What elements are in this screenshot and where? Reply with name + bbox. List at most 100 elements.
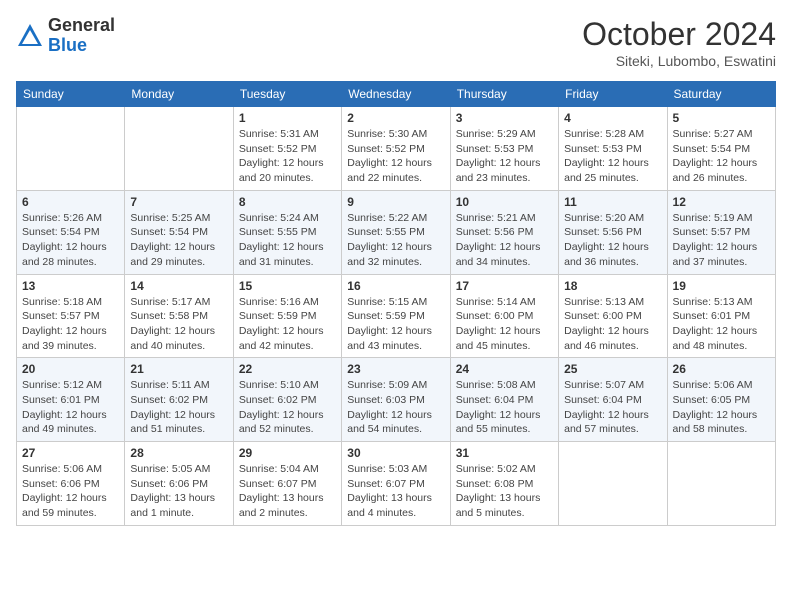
calendar-cell: 11 Sunrise: 5:20 AM Sunset: 5:56 PM Dayli…: [559, 190, 667, 274]
calendar-cell: 20 Sunrise: 5:12 AM Sunset: 6:01 PM Dayli…: [17, 358, 125, 442]
day-info: Sunrise: 5:04 AM Sunset: 6:07 PM Dayligh…: [239, 462, 336, 521]
calendar-cell: [667, 442, 775, 526]
day-info: Sunrise: 5:13 AM Sunset: 6:00 PM Dayligh…: [564, 295, 661, 354]
calendar-cell: 10Sunrise: 5:21 AM Sunset: 5:56 PM Dayli…: [450, 190, 558, 274]
day-info: Sunrise: 5:08 AM Sunset: 6:04 PM Dayligh…: [456, 378, 553, 437]
calendar-cell: 14 Sunrise: 5:17 AM Sunset: 5:58 PM Dayli…: [125, 274, 233, 358]
day-number: 22: [239, 362, 336, 376]
calendar-cell: 16 Sunrise: 5:15 AM Sunset: 5:59 PM Dayli…: [342, 274, 450, 358]
day-info: Sunrise: 5:05 AM Sunset: 6:06 PM Dayligh…: [130, 462, 227, 521]
calendar-cell: [125, 107, 233, 191]
day-number: 11: [564, 195, 661, 209]
day-info: Sunrise: 5:29 AM Sunset: 5:53 PM Dayligh…: [456, 127, 553, 186]
day-info: Sunrise: 5:14 AM Sunset: 6:00 PM Dayligh…: [456, 295, 553, 354]
day-number: 20: [22, 362, 119, 376]
calendar-cell: [559, 442, 667, 526]
calendar-day-header: Saturday: [667, 82, 775, 107]
day-number: 23: [347, 362, 444, 376]
calendar-day-header: Wednesday: [342, 82, 450, 107]
calendar-cell: 12Sunrise: 5:19 AM Sunset: 5:57 PM Dayli…: [667, 190, 775, 274]
day-info: Sunrise: 5:31 AM Sunset: 5:52 PM Dayligh…: [239, 127, 336, 186]
calendar-cell: 30Sunrise: 5:03 AM Sunset: 6:07 PM Dayli…: [342, 442, 450, 526]
day-number: 31: [456, 446, 553, 460]
logo-text: General Blue: [48, 16, 115, 56]
day-number: 15: [239, 279, 336, 293]
day-info: Sunrise: 5:18 AM Sunset: 5:57 PM Dayligh…: [22, 295, 119, 354]
calendar-cell: 28 Sunrise: 5:05 AM Sunset: 6:06 PM Dayli…: [125, 442, 233, 526]
day-info: Sunrise: 5:11 AM Sunset: 6:02 PM Dayligh…: [130, 378, 227, 437]
calendar-day-header: Sunday: [17, 82, 125, 107]
logo-icon: [16, 22, 44, 50]
day-info: Sunrise: 5:02 AM Sunset: 6:08 PM Dayligh…: [456, 462, 553, 521]
calendar-week-row: 6 Sunrise: 5:26 AM Sunset: 5:54 PM Daylig…: [17, 190, 776, 274]
calendar-cell: 9 Sunrise: 5:22 AM Sunset: 5:55 PM Daylig…: [342, 190, 450, 274]
calendar-cell: 7Sunrise: 5:25 AM Sunset: 5:54 PM Daylig…: [125, 190, 233, 274]
calendar-cell: 2 Sunrise: 5:30 AM Sunset: 5:52 PM Daylig…: [342, 107, 450, 191]
day-number: 16: [347, 279, 444, 293]
day-info: Sunrise: 5:06 AM Sunset: 6:06 PM Dayligh…: [22, 462, 119, 521]
day-number: 4: [564, 111, 661, 125]
calendar-cell: 29 Sunrise: 5:04 AM Sunset: 6:07 PM Dayli…: [233, 442, 341, 526]
calendar-cell: 23Sunrise: 5:09 AM Sunset: 6:03 PM Dayli…: [342, 358, 450, 442]
title-block: October 2024 Siteki, Lubombo, Eswatini: [582, 16, 776, 69]
day-number: 28: [130, 446, 227, 460]
day-number: 17: [456, 279, 553, 293]
calendar-cell: 31 Sunrise: 5:02 AM Sunset: 6:08 PM Dayli…: [450, 442, 558, 526]
calendar-day-header: Thursday: [450, 82, 558, 107]
day-number: 26: [673, 362, 770, 376]
day-info: Sunrise: 5:26 AM Sunset: 5:54 PM Dayligh…: [22, 211, 119, 270]
day-number: 19: [673, 279, 770, 293]
day-number: 27: [22, 446, 119, 460]
calendar-cell: 27 Sunrise: 5:06 AM Sunset: 6:06 PM Dayli…: [17, 442, 125, 526]
calendar-table: SundayMondayTuesdayWednesdayThursdayFrid…: [16, 81, 776, 526]
calendar-cell: 19 Sunrise: 5:13 AM Sunset: 6:01 PM Dayli…: [667, 274, 775, 358]
day-number: 24: [456, 362, 553, 376]
calendar-cell: 1Sunrise: 5:31 AM Sunset: 5:52 PM Daylig…: [233, 107, 341, 191]
calendar-cell: 3Sunrise: 5:29 AM Sunset: 5:53 PM Daylig…: [450, 107, 558, 191]
day-number: 25: [564, 362, 661, 376]
calendar-cell: 22 Sunrise: 5:10 AM Sunset: 6:02 PM Dayli…: [233, 358, 341, 442]
calendar-week-row: 27 Sunrise: 5:06 AM Sunset: 6:06 PM Dayli…: [17, 442, 776, 526]
day-info: Sunrise: 5:07 AM Sunset: 6:04 PM Dayligh…: [564, 378, 661, 437]
day-info: Sunrise: 5:28 AM Sunset: 5:53 PM Dayligh…: [564, 127, 661, 186]
calendar-cell: 5 Sunrise: 5:27 AM Sunset: 5:54 PM Daylig…: [667, 107, 775, 191]
day-info: Sunrise: 5:13 AM Sunset: 6:01 PM Dayligh…: [673, 295, 770, 354]
day-number: 5: [673, 111, 770, 125]
day-number: 13: [22, 279, 119, 293]
day-info: Sunrise: 5:30 AM Sunset: 5:52 PM Dayligh…: [347, 127, 444, 186]
month-title: October 2024: [582, 16, 776, 53]
calendar-cell: 17 Sunrise: 5:14 AM Sunset: 6:00 PM Dayli…: [450, 274, 558, 358]
calendar-cell: 15 Sunrise: 5:16 AM Sunset: 5:59 PM Dayli…: [233, 274, 341, 358]
day-info: Sunrise: 5:12 AM Sunset: 6:01 PM Dayligh…: [22, 378, 119, 437]
calendar-cell: 24 Sunrise: 5:08 AM Sunset: 6:04 PM Dayli…: [450, 358, 558, 442]
day-number: 2: [347, 111, 444, 125]
calendar-cell: 4 Sunrise: 5:28 AM Sunset: 5:53 PM Daylig…: [559, 107, 667, 191]
logo: General Blue: [16, 16, 115, 56]
calendar-cell: 21Sunrise: 5:11 AM Sunset: 6:02 PM Dayli…: [125, 358, 233, 442]
calendar-week-row: 13 Sunrise: 5:18 AM Sunset: 5:57 PM Dayli…: [17, 274, 776, 358]
day-number: 12: [673, 195, 770, 209]
calendar-cell: [17, 107, 125, 191]
day-info: Sunrise: 5:25 AM Sunset: 5:54 PM Dayligh…: [130, 211, 227, 270]
day-info: Sunrise: 5:17 AM Sunset: 5:58 PM Dayligh…: [130, 295, 227, 354]
calendar-cell: 25 Sunrise: 5:07 AM Sunset: 6:04 PM Dayli…: [559, 358, 667, 442]
day-info: Sunrise: 5:15 AM Sunset: 5:59 PM Dayligh…: [347, 295, 444, 354]
day-number: 14: [130, 279, 227, 293]
day-number: 29: [239, 446, 336, 460]
day-number: 6: [22, 195, 119, 209]
day-info: Sunrise: 5:22 AM Sunset: 5:55 PM Dayligh…: [347, 211, 444, 270]
page-header: General Blue October 2024 Siteki, Lubomb…: [16, 16, 776, 69]
day-info: Sunrise: 5:10 AM Sunset: 6:02 PM Dayligh…: [239, 378, 336, 437]
day-number: 18: [564, 279, 661, 293]
day-number: 8: [239, 195, 336, 209]
day-info: Sunrise: 5:03 AM Sunset: 6:07 PM Dayligh…: [347, 462, 444, 521]
calendar-cell: 26Sunrise: 5:06 AM Sunset: 6:05 PM Dayli…: [667, 358, 775, 442]
day-info: Sunrise: 5:24 AM Sunset: 5:55 PM Dayligh…: [239, 211, 336, 270]
calendar-day-header: Monday: [125, 82, 233, 107]
calendar-cell: 6 Sunrise: 5:26 AM Sunset: 5:54 PM Daylig…: [17, 190, 125, 274]
location: Siteki, Lubombo, Eswatini: [582, 53, 776, 69]
day-number: 9: [347, 195, 444, 209]
day-info: Sunrise: 5:16 AM Sunset: 5:59 PM Dayligh…: [239, 295, 336, 354]
day-info: Sunrise: 5:20 AM Sunset: 5:56 PM Dayligh…: [564, 211, 661, 270]
day-info: Sunrise: 5:27 AM Sunset: 5:54 PM Dayligh…: [673, 127, 770, 186]
